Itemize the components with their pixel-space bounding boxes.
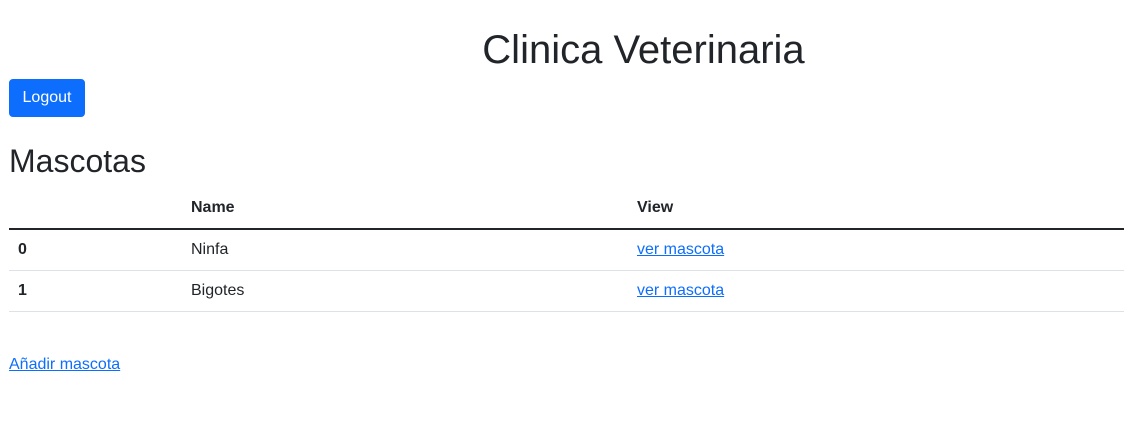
logout-button[interactable]: Logout: [9, 79, 85, 117]
table-row: 0 Ninfa ver mascota: [9, 229, 1124, 271]
pet-view-cell: ver mascota: [628, 270, 1124, 312]
view-pet-link[interactable]: ver mascota: [637, 241, 724, 258]
table-header: Name View: [9, 188, 1124, 230]
table-row: 1 Bigotes ver mascota: [9, 270, 1124, 312]
table-header-row: Name View: [9, 188, 1124, 230]
pet-view-cell: ver mascota: [628, 229, 1124, 271]
column-header-id: [9, 188, 182, 230]
pet-name-cell: Ninfa: [182, 229, 628, 271]
column-header-name: Name: [182, 188, 628, 230]
table-body: 0 Ninfa ver mascota 1 Bigotes ver mascot…: [9, 229, 1124, 312]
pet-id-cell: 0: [9, 229, 182, 271]
view-pet-link[interactable]: ver mascota: [637, 282, 724, 299]
pet-name-cell: Bigotes: [182, 270, 628, 312]
pet-id-cell: 1: [9, 270, 182, 312]
column-header-view: View: [628, 188, 1124, 230]
section-heading: Mascotas: [9, 143, 146, 179]
add-pet-link[interactable]: Añadir mascota: [9, 355, 120, 375]
page-title: Clinica Veterinaria: [482, 28, 805, 72]
pets-table: Name View 0 Ninfa ver mascota 1 Bigotes …: [9, 188, 1124, 312]
